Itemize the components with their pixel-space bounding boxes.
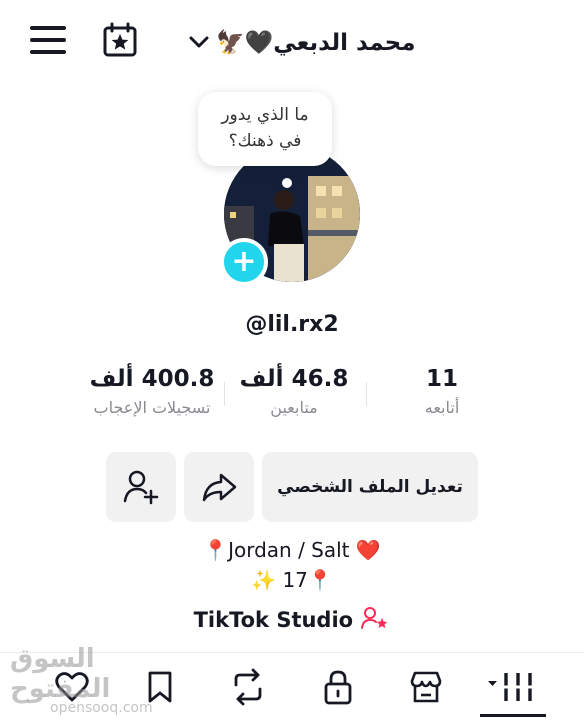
videos-grid-icon[interactable] [488,667,538,707]
hamburger-menu-icon[interactable] [30,26,66,56]
username: @lil.rx2 [245,312,339,337]
calendar-star-icon[interactable] [102,22,138,58]
edit-profile-label: تعديل الملف الشخصي [277,477,463,497]
profile-stats: 400.8 ألف تسجيلات الإعجاب 46.8 ألف متابع… [0,366,584,436]
bio-line-1: 📍Jordan / Salt ❤️ [203,538,381,562]
chevron-down-icon [189,36,209,48]
profile-display-name: محمد الدبعي🖤🦅 [216,29,416,56]
share-profile-button[interactable] [184,452,254,522]
likes-label: تسجيلات الإعجاب [93,398,211,417]
reposts-icon[interactable] [228,667,268,707]
liked-icon[interactable] [52,667,92,707]
active-tab-indicator [480,714,546,717]
bio-line-2: ✨ 17📍 [251,568,333,592]
bubble-line-1: ما الذي يدور [221,105,309,125]
bubble-tail [282,178,292,188]
top-bar: محمد الدبعي🖤🦅 [0,0,584,84]
content-tabs [0,652,584,720]
note-thought-bubble[interactable]: ما الذي يدور في ذهنك؟ [198,92,332,166]
add-friends-button[interactable] [106,452,176,522]
likes-count: 400.8 ألف [89,366,215,392]
stats-divider [366,382,367,406]
shop-icon[interactable] [406,667,446,707]
edit-profile-button[interactable]: تعديل الملف الشخصي [262,452,478,522]
bubble-line-2: في ذهنك؟ [228,131,302,151]
stat-followers[interactable]: 46.8 ألف متابعين [234,366,354,417]
account-switcher[interactable]: محمد الدبعي🖤🦅 [186,22,416,62]
followers-label: متابعين [270,398,318,417]
tiktok-studio-link[interactable]: TikTok Studio [0,606,584,632]
tiktok-studio-label: TikTok Studio [193,608,354,632]
following-label: أتابعه [424,398,460,417]
profile-actions: تعديل الملف الشخصي [0,452,584,522]
favorites-icon[interactable] [140,667,180,707]
add-user-icon [123,470,159,505]
stat-following[interactable]: 11 أتابعه [400,366,484,417]
user-star-icon [361,607,388,629]
add-photo-button[interactable]: + [220,238,268,286]
stats-divider [224,382,225,406]
following-count: 11 [425,366,458,392]
private-lock-icon[interactable] [318,667,358,707]
share-arrow-icon [202,473,237,502]
followers-count: 46.8 ألف [239,366,349,392]
stat-likes[interactable]: 400.8 ألف تسجيلات الإعجاب [82,366,222,417]
